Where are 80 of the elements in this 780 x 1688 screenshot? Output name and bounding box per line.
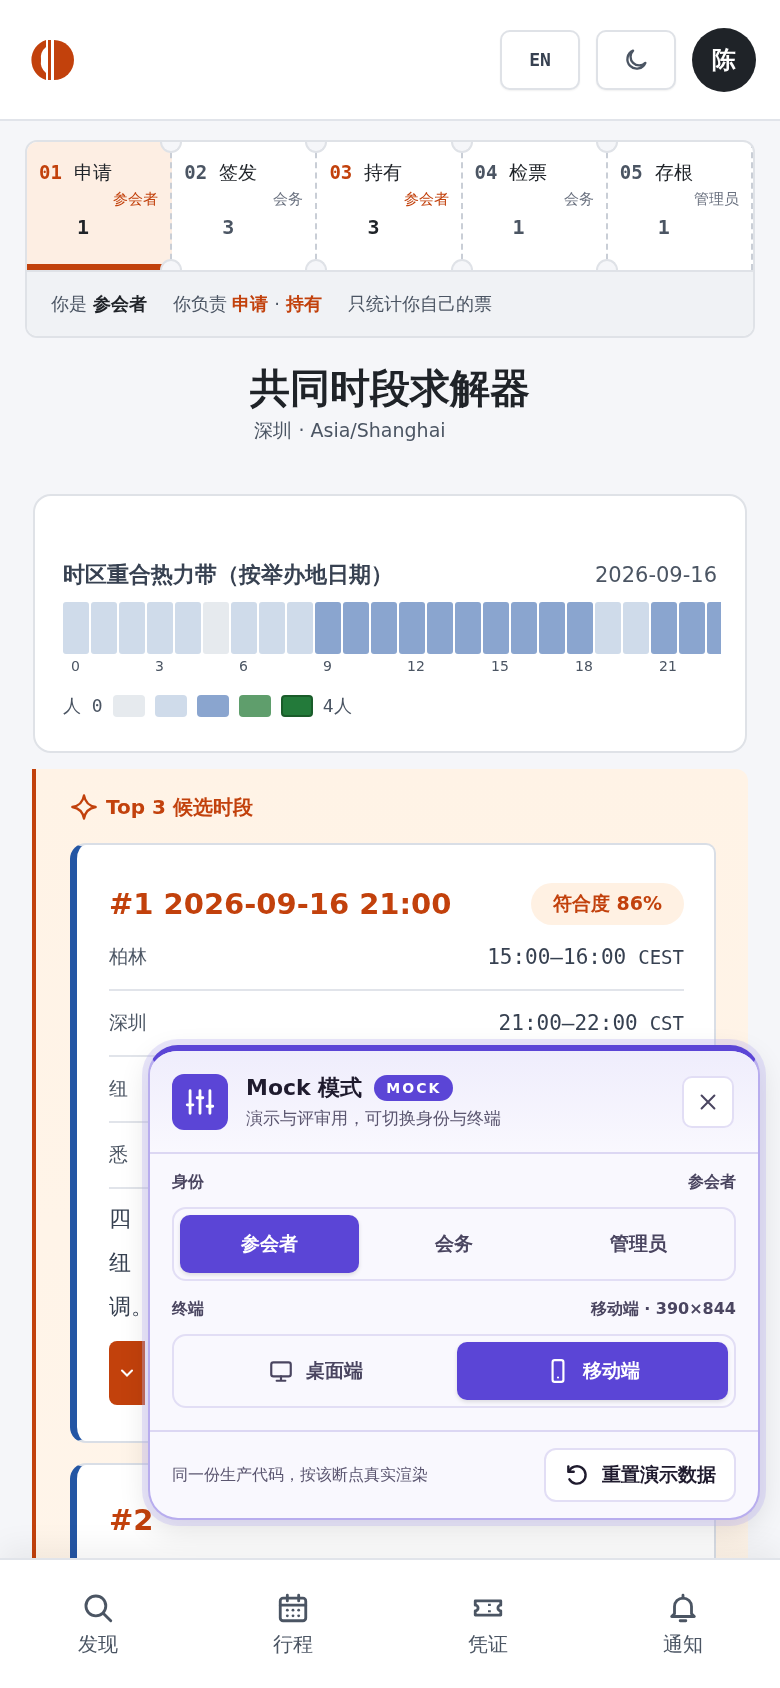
reset-icon bbox=[564, 1462, 590, 1488]
legend-max-label: 4人 bbox=[322, 694, 352, 718]
step-name: 存根 bbox=[654, 160, 693, 185]
hour-label: 21 bbox=[658, 658, 678, 674]
hour-label: 9 bbox=[322, 658, 333, 674]
language-button[interactable]: EN bbox=[500, 29, 580, 90]
role-note: 你是 参会者 bbox=[51, 292, 147, 316]
step-number: 04 bbox=[474, 161, 498, 183]
step-count: 1 bbox=[77, 215, 91, 239]
step-count: 1 bbox=[657, 215, 671, 239]
city-name: 柏林 bbox=[109, 944, 147, 969]
workflow-step[interactable]: 01 申请 参会者 1 bbox=[27, 142, 173, 270]
segment-option[interactable]: 桌面端 bbox=[180, 1342, 451, 1400]
panel-title: Mock 模式 bbox=[246, 1074, 363, 1102]
segment-option[interactable]: 移动端 bbox=[457, 1342, 728, 1400]
step-role: 会务 bbox=[563, 190, 594, 209]
timezone-label: CST bbox=[649, 1012, 684, 1034]
city-name: 深圳 bbox=[109, 1010, 147, 1035]
hour-label: 6 bbox=[238, 658, 249, 674]
step-name: 申请 bbox=[73, 160, 112, 185]
theme-toggle-button[interactable] bbox=[596, 29, 676, 90]
candidate-title: #2 bbox=[109, 1503, 154, 1537]
duty-note: 你负责 申请 · 持有 bbox=[172, 292, 322, 316]
heatmap-date: 2026-09-16 bbox=[594, 563, 717, 587]
nav-tab[interactable]: 发现 bbox=[0, 1560, 195, 1688]
time-range: 21:00–22:00 bbox=[498, 1011, 638, 1035]
step-count: 3 bbox=[222, 215, 236, 239]
note-text: 纽 bbox=[109, 1249, 131, 1277]
heatmap-title: 时区重合热力带（按举办地日期） bbox=[63, 561, 393, 589]
avatar[interactable]: 陈 bbox=[692, 27, 756, 92]
step-number: 01 bbox=[39, 161, 62, 183]
scope-note: 只统计你自己的票 bbox=[347, 292, 492, 316]
city-name: 纽 bbox=[109, 1076, 128, 1101]
city-name: 悉 bbox=[109, 1142, 128, 1167]
step-role: 参会者 bbox=[113, 190, 159, 209]
field-value: 参会者 bbox=[688, 1172, 736, 1193]
step-name: 持有 bbox=[364, 160, 403, 185]
step-count: 3 bbox=[367, 215, 381, 239]
step-number: 02 bbox=[184, 161, 208, 183]
close-button[interactable] bbox=[682, 1075, 734, 1128]
page-title: 共同时段求解器 bbox=[250, 364, 530, 413]
hour-label: 12 bbox=[406, 658, 426, 674]
nav-tab[interactable]: 行程 bbox=[195, 1560, 390, 1688]
segment-option[interactable]: 参会者 bbox=[180, 1215, 359, 1273]
step-role: 管理员 bbox=[694, 190, 739, 209]
monitor-icon bbox=[268, 1358, 294, 1384]
nav-tab[interactable]: 通知 bbox=[585, 1560, 780, 1688]
candidate-title: #1 2026-09-16 21:00 bbox=[109, 887, 452, 921]
step-role: 参会者 bbox=[403, 190, 449, 209]
step-role: 会务 bbox=[273, 190, 304, 209]
note-text: 调。 bbox=[109, 1293, 153, 1321]
step-number: 05 bbox=[619, 161, 643, 183]
hour-label: 18 bbox=[574, 658, 594, 674]
legend-min-label: 人 0 bbox=[63, 694, 103, 718]
page-subtitle: 深圳 · Asia/Shanghai bbox=[254, 418, 447, 443]
panel-subtitle: 演示与评审用，可切换身份与终端 bbox=[246, 1107, 502, 1130]
nav-tab[interactable]: 凭证 bbox=[390, 1560, 585, 1688]
footer-note: 同一份生产代码，按该断点真实渲染 bbox=[172, 1464, 428, 1486]
field-label: 终端 bbox=[172, 1299, 204, 1320]
segment-option[interactable]: 会务 bbox=[364, 1215, 544, 1273]
step-name: 检票 bbox=[509, 160, 548, 185]
section-heading: Top 3 候选时段 bbox=[106, 793, 253, 821]
expand-button[interactable] bbox=[109, 1341, 145, 1405]
reset-button[interactable]: 重置演示数据 bbox=[544, 1448, 736, 1502]
field-label: 身份 bbox=[172, 1172, 204, 1193]
step-name: 签发 bbox=[219, 160, 258, 185]
field-value: 移动端 · 390×844 bbox=[590, 1299, 736, 1320]
hour-label: 15 bbox=[490, 658, 510, 674]
step-count: 1 bbox=[512, 215, 526, 239]
note-text: 四 bbox=[109, 1205, 131, 1233]
hour-label: 0 bbox=[70, 658, 81, 674]
timezone-label: CEST bbox=[638, 946, 684, 968]
match-score: 符合度 86% bbox=[530, 883, 684, 925]
hour-label: 3 bbox=[154, 658, 165, 674]
mode-badge: MOCK bbox=[374, 1075, 454, 1101]
time-range: 15:00–16:00 bbox=[487, 945, 627, 969]
sliders-icon bbox=[172, 1073, 228, 1130]
segment-option[interactable]: 管理员 bbox=[549, 1215, 728, 1273]
sparkle-icon bbox=[70, 793, 98, 821]
step-number: 03 bbox=[329, 161, 353, 183]
